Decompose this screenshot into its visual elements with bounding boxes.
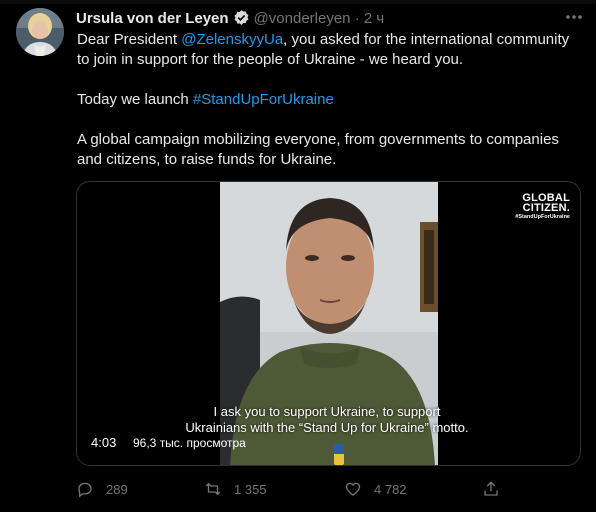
mention-link[interactable]: @ZelenskyyUa: [181, 31, 283, 48]
author-handle[interactable]: @vonderleyen: [254, 10, 351, 27]
logo-hashtag: #StandUpForUkraine: [515, 214, 570, 220]
share-button[interactable]: [482, 478, 512, 500]
hashtag-link[interactable]: #StandUpForUkraine: [193, 91, 334, 108]
logo-line-2: CITIZEN.: [522, 202, 570, 214]
tweet-header: Ursula von der Leyen @vonderleyen · 2 ч: [76, 9, 384, 29]
reply-button[interactable]: 289: [76, 478, 128, 500]
video-caption: I ask you to support Ukraine, to support…: [137, 404, 517, 436]
avatar[interactable]: [16, 8, 64, 56]
previous-tweet-edge: [0, 0, 596, 4]
separator-dot: ·: [354, 10, 360, 27]
retweet-button[interactable]: 1 355: [204, 478, 267, 500]
reply-count: 289: [106, 481, 128, 497]
retweet-icon: [205, 482, 221, 496]
heart-icon: [345, 482, 361, 496]
tweet-text: Dear President @ZelenskyyUa, you asked f…: [77, 30, 583, 170]
tweet-paragraph-1: Dear President @ZelenskyyUa, you asked f…: [77, 30, 583, 70]
video-player[interactable]: GLOBAL CITIZEN. #StandUpForUkraine I ask…: [76, 181, 581, 466]
more-dots-icon: [566, 15, 582, 19]
retweet-count: 1 355: [234, 481, 267, 497]
tweet-paragraph-3: A global campaign mobilizing everyone, f…: [77, 131, 559, 168]
text-segment: Today we launch: [77, 91, 193, 108]
text-segment: Dear President: [77, 31, 182, 48]
share-icon: [484, 481, 498, 496]
avatar-image: [16, 8, 64, 56]
tweet-actions: 289 1 355 4 782: [76, 478, 581, 500]
like-button[interactable]: 4 782: [344, 478, 407, 500]
caption-line-1: I ask you to support Ukraine, to support: [213, 404, 441, 419]
more-options-button[interactable]: [563, 8, 585, 26]
global-citizen-logo: GLOBAL CITIZEN. #StandUpForUkraine: [515, 193, 570, 221]
tweet-time[interactable]: 2 ч: [364, 10, 384, 27]
like-count: 4 782: [374, 481, 407, 497]
tweet-paragraph-2: Today we launch #StandUpForUkraine: [77, 90, 583, 110]
tweet[interactable]: Ursula von der Leyen @vonderleyen · 2 ч D…: [0, 0, 596, 512]
caption-line-2: Ukrainians with the “Stand Up for Ukrain…: [185, 420, 469, 435]
reply-icon: [78, 482, 92, 498]
verified-badge-icon: [233, 9, 250, 26]
author-name[interactable]: Ursula von der Leyen: [76, 10, 229, 27]
video-duration: 4:03: [91, 435, 117, 450]
video-views: 96,3 тыс. просмотра: [133, 436, 246, 450]
